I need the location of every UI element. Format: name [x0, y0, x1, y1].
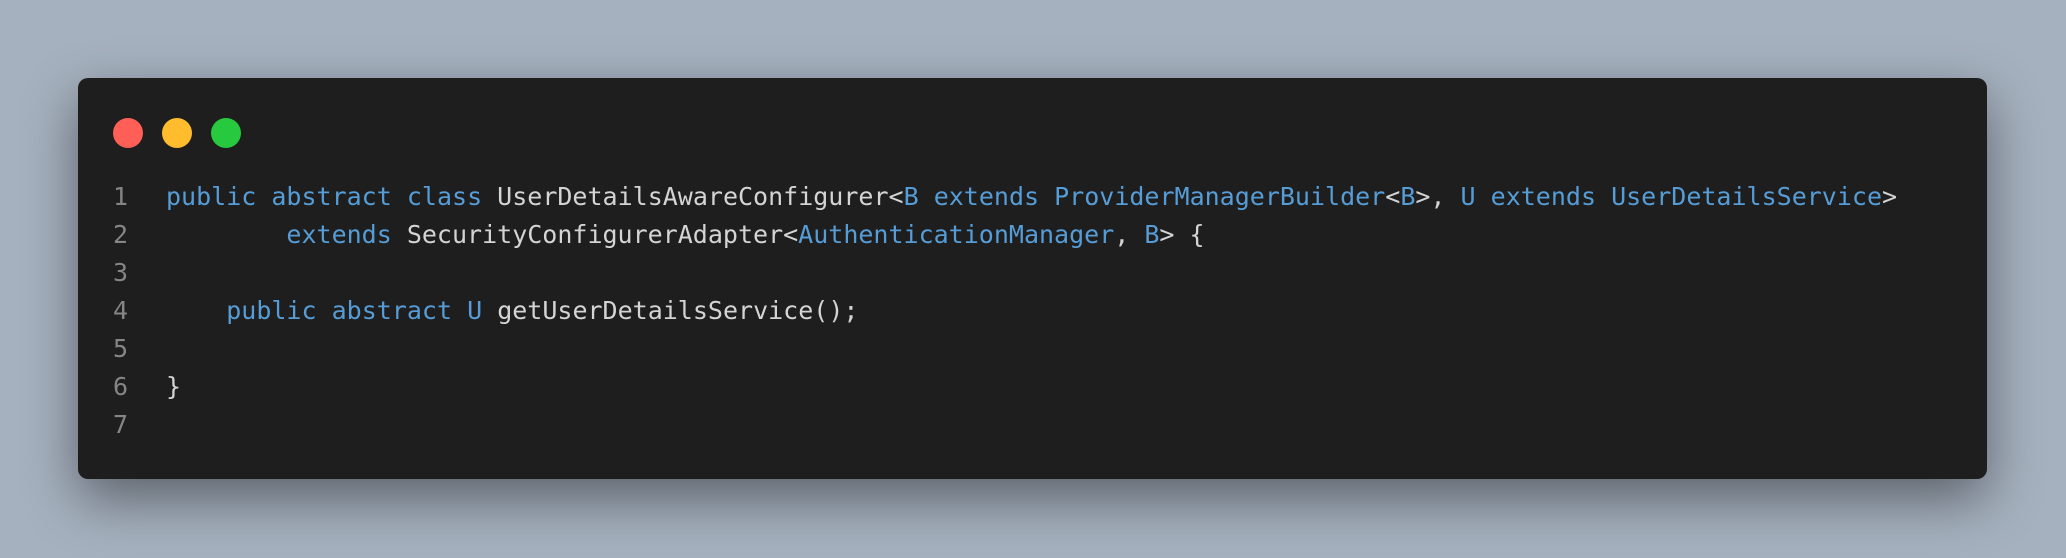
code-keyword: UserDetailsService	[1611, 182, 1883, 211]
code-window: 1 public abstract class UserDetailsAwareC…	[78, 78, 1987, 479]
line-number: 5	[112, 334, 128, 363]
code-text: getUserDetailsService();	[482, 296, 859, 325]
line-number: 4	[112, 296, 128, 325]
code-keyword: extends	[286, 220, 392, 249]
line-text: public abstract class UserDetailsAwareCo…	[166, 178, 1897, 216]
code-keyword: U	[1460, 182, 1476, 211]
code-keyword: B	[1400, 182, 1416, 211]
code-text: >,	[1415, 182, 1461, 211]
line-text: }	[166, 368, 181, 406]
code-keyword: B	[1144, 220, 1160, 249]
code-keyword: abstract	[331, 296, 453, 325]
code-keyword: ProviderManagerBuilder	[1054, 182, 1386, 211]
code-line: 3	[78, 254, 1987, 292]
code-keyword: public	[166, 182, 257, 211]
code-keyword: AuthenticationManager	[798, 220, 1115, 249]
code-line: 7	[78, 406, 1987, 444]
line-number: 3	[112, 258, 128, 287]
code-keyword: extends	[1490, 182, 1597, 211]
code-keyword: public	[226, 296, 317, 325]
minimize-dot-icon[interactable]	[162, 118, 192, 148]
code-text: >	[1882, 182, 1898, 211]
line-number: 2	[112, 220, 128, 249]
line-text: public abstract U getUserDetailsService(…	[166, 292, 858, 330]
code-line: 6}	[78, 368, 1987, 406]
code-line: 5	[78, 330, 1987, 368]
code-line: 2 extends SecurityConfigurerAdapter<Auth…	[78, 216, 1987, 254]
code-text: SecurityConfigurerAdapter<	[391, 220, 799, 249]
code-keyword: B	[903, 182, 919, 211]
code-keyword: extends	[933, 182, 1040, 211]
code-keyword: abstract	[271, 182, 392, 211]
code-text: <	[1385, 182, 1401, 211]
code-line: 1 public abstract class UserDetailsAwareC…	[78, 178, 1987, 216]
code-block: 1 public abstract class UserDetailsAwareC…	[78, 178, 1987, 444]
code-text: > {	[1159, 220, 1205, 249]
code-line: 4 public abstract U getUserDetailsServic…	[78, 292, 1987, 330]
code-text: }	[166, 372, 182, 401]
line-text: extends SecurityConfigurerAdapter<Authen…	[166, 216, 1205, 254]
code-text: UserDetailsAwareConfigurer<	[482, 182, 904, 211]
maximize-dot-icon[interactable]	[211, 118, 241, 148]
line-number: 7	[112, 410, 128, 439]
code-keyword: class	[406, 182, 483, 211]
code-keyword: U	[467, 296, 483, 325]
line-number: 6	[112, 372, 128, 401]
code-text: ,	[1114, 220, 1145, 249]
line-number: 1	[112, 182, 128, 211]
close-dot-icon[interactable]	[113, 118, 143, 148]
